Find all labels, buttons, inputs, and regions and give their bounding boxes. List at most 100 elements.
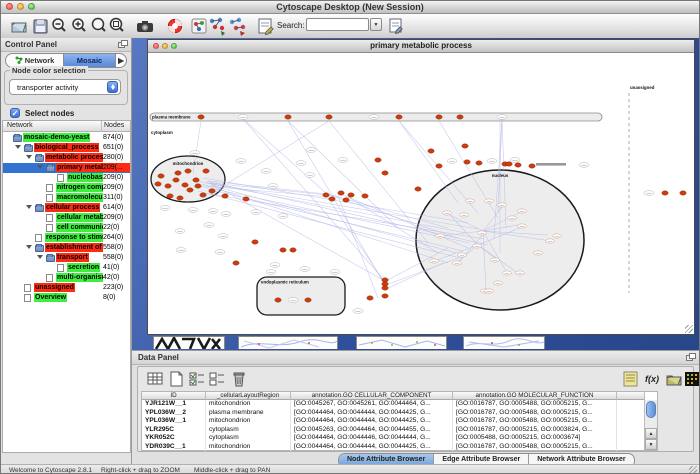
tree-row[interactable]: secretion41(0) — [3, 263, 130, 273]
gene-node[interactable] — [252, 240, 258, 244]
gene-node[interactable] — [167, 194, 173, 198]
tree-row-label[interactable]: nucleobase- — [67, 173, 103, 182]
gene-node[interactable] — [529, 164, 535, 168]
gene-node[interactable] — [338, 191, 344, 195]
background-window-4[interactable] — [463, 336, 545, 349]
tree-row-label[interactable]: transport — [56, 253, 89, 262]
tree-row-label[interactable]: mosaic-demo-yeast — [23, 133, 90, 142]
table-scrollbar[interactable]: ▲ ▼ — [644, 400, 657, 450]
table-cell[interactable]: YJR121W__1 — [142, 400, 206, 409]
table-cell[interactable]: [GO:0044464, GO:0044444, GO:0044425, G..… — [291, 417, 453, 426]
gene-node[interactable] — [243, 197, 249, 201]
tree-row-label[interactable]: biological_process — [34, 143, 99, 152]
data-panel-float-icon[interactable] — [686, 353, 695, 361]
tree-row-label[interactable]: Overview — [34, 293, 67, 302]
tree-row-label[interactable]: multi-organism pro — [56, 273, 103, 282]
tree-row-label[interactable]: cellular metabol — [56, 213, 103, 222]
gene-node[interactable] — [515, 163, 521, 167]
tree-row[interactable]: primary metabolic process209(... — [3, 163, 130, 173]
gene-node[interactable] — [198, 115, 204, 119]
tree-row-label[interactable]: response to stimulu — [45, 233, 103, 242]
gene-node[interactable] — [177, 196, 183, 200]
tree-row-label[interactable]: establishment of lo — [45, 243, 103, 252]
gene-node[interactable] — [362, 194, 368, 198]
table-cell[interactable]: YPL036W__1 — [142, 417, 206, 426]
app-resize-grip[interactable] — [689, 466, 697, 474]
gene-node[interactable] — [506, 162, 512, 166]
gene-node[interactable] — [396, 115, 402, 119]
gene-node[interactable] — [343, 198, 349, 202]
gene-node[interactable] — [209, 189, 215, 193]
table-cell[interactable]: [GO:0016787, GO:0005488, GO:0005215, G..… — [453, 417, 617, 426]
gene-node[interactable] — [285, 115, 291, 119]
gene-node[interactable] — [382, 286, 388, 290]
snapshot-camera-icon[interactable] — [135, 16, 155, 36]
table-cell[interactable]: [GO:0016787, GO:0005488, GO:0005215, G..… — [453, 443, 617, 452]
zoom-selected-icon[interactable] — [107, 16, 127, 36]
table-cell[interactable]: [GO:0045267, GO:0045261, GO:0044464, G..… — [291, 400, 453, 409]
scroll-up-icon[interactable]: ▲ — [645, 428, 657, 439]
gene-node[interactable] — [323, 193, 329, 197]
function-builder-icon[interactable]: f(x) — [645, 370, 663, 388]
gene-node[interactable] — [662, 191, 668, 195]
gene-node[interactable] — [187, 188, 193, 192]
gene-node[interactable] — [305, 298, 311, 302]
gene-node[interactable] — [233, 261, 239, 265]
scrollbar-thumb[interactable] — [646, 401, 656, 418]
layout-network-1-icon[interactable] — [207, 16, 227, 36]
gene-node[interactable] — [158, 174, 164, 178]
gene-node[interactable] — [155, 182, 161, 186]
table-cell[interactable]: [GO:0044464, GO:0044444, GO:0044425, G..… — [291, 409, 453, 418]
unselect-attributes-icon[interactable] — [208, 370, 226, 388]
gene-node[interactable] — [280, 248, 286, 252]
table-cell[interactable]: YKR052C — [142, 434, 206, 443]
new-attribute-icon[interactable] — [167, 370, 185, 388]
tree-row[interactable]: cellular process614(0) — [3, 203, 130, 213]
gene-node[interactable] — [680, 191, 686, 195]
tree-row[interactable]: transport558(0) — [3, 253, 130, 263]
gene-node[interactable] — [275, 298, 281, 302]
expander-icon[interactable] — [15, 145, 21, 149]
gene-node[interactable] — [375, 158, 381, 162]
save-icon[interactable] — [30, 16, 50, 36]
tree-row[interactable]: establishment of lo558(0) — [3, 243, 130, 253]
gene-node[interactable] — [367, 296, 373, 300]
table-column-header[interactable] — [617, 392, 645, 400]
table-cell[interactable]: YPL036W__2 — [142, 409, 206, 418]
background-window-1[interactable] — [153, 336, 225, 349]
delete-attribute-icon[interactable] — [230, 370, 248, 388]
gene-node[interactable] — [329, 197, 335, 201]
import-attributes-icon[interactable] — [665, 370, 683, 388]
gene-node[interactable] — [290, 248, 296, 252]
expander-icon[interactable] — [37, 255, 43, 259]
tree-row[interactable]: multi-organism pro42(0) — [3, 273, 130, 283]
gene-node[interactable] — [200, 193, 206, 197]
select-nodes-checkbox[interactable]: ✓ — [10, 108, 20, 118]
table-cell[interactable]: cytoplasm — [206, 426, 291, 435]
gene-node[interactable] — [326, 115, 332, 119]
tree-row-label[interactable]: cellular process — [45, 203, 100, 212]
gene-node[interactable] — [462, 144, 468, 148]
matrix-icon[interactable] — [683, 370, 700, 388]
table-cell[interactable]: [GO:0016787, GO:0005215, GO:0003824, G..… — [453, 426, 617, 435]
table-cell[interactable]: [GO:0044464, GO:0044444, GO:0044425, G..… — [291, 443, 453, 452]
gene-node[interactable] — [348, 193, 354, 197]
expander-icon[interactable] — [26, 205, 32, 209]
gene-node[interactable] — [436, 164, 442, 168]
background-window-3[interactable] — [356, 336, 447, 349]
tree-row[interactable]: macromolecule311(0) — [3, 193, 130, 203]
table-cell[interactable]: mitochondrion — [206, 417, 291, 426]
tree-row[interactable]: Overview8(0) — [3, 293, 130, 303]
tree-row-label[interactable]: secretion — [67, 263, 100, 272]
search-input[interactable] — [306, 18, 369, 31]
table-cell[interactable]: [GO:0044464, GO:0044446, GO:0044444, G..… — [291, 434, 453, 443]
table-cell[interactable]: YLR295C — [142, 426, 206, 435]
annotation-page-icon[interactable] — [255, 16, 275, 36]
zoom-out-icon[interactable] — [49, 16, 69, 36]
select-attributes-icon[interactable] — [188, 370, 206, 388]
layout-network-2-icon[interactable] — [227, 16, 247, 36]
gene-node[interactable] — [195, 184, 201, 188]
table-column-header[interactable]: annotation.GO MOLECULAR_FUNCTION — [453, 392, 617, 400]
table-cell[interactable]: cytoplasm — [206, 434, 291, 443]
table-column-header[interactable]: ID — [142, 392, 206, 400]
